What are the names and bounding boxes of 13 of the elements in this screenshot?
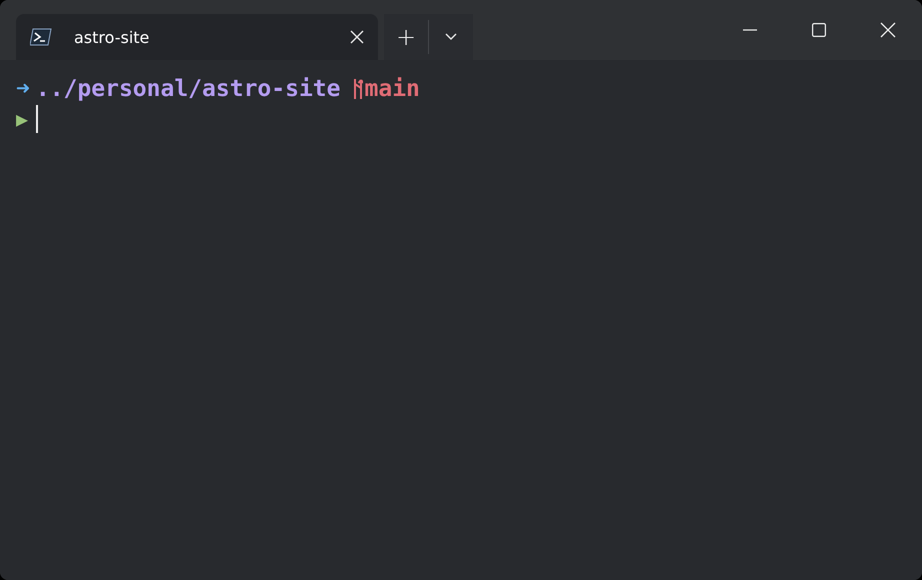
maximize-icon [812,23,826,37]
prompt-arrow: ➜ [16,76,30,102]
input-marker: ▶ [16,107,28,131]
branch-icon [352,78,362,100]
close-icon [880,22,896,38]
chevron-icon [445,33,457,41]
tab[interactable]: astro-site [16,14,378,60]
current-path: ../personal/astro-site [36,76,340,102]
tab-title: astro-site [74,28,150,46]
git-branch: main [364,76,420,102]
text-cursor [36,105,38,133]
close-icon[interactable] [350,30,364,44]
terminal-icon [30,28,52,46]
